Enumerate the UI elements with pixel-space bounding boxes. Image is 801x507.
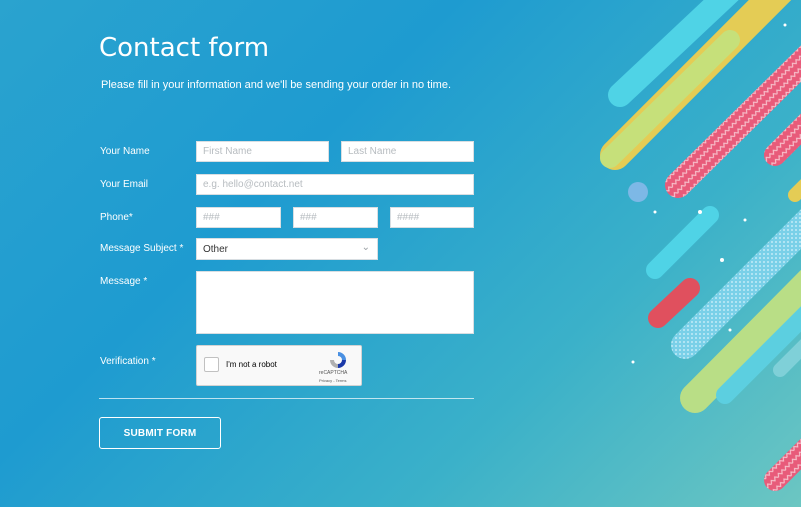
decor-dot-white-6 [783, 23, 787, 27]
recaptcha-legal-links[interactable]: Privacy - Terms [319, 378, 346, 383]
verification-label: Verification * [100, 356, 156, 367]
recaptcha-logo-icon [330, 352, 346, 368]
phone-label: Phone* [100, 212, 133, 223]
phone-prefix-input[interactable] [293, 207, 378, 228]
email-input[interactable] [196, 174, 474, 195]
decor-dot-white-3 [653, 210, 657, 214]
page-title: Contact form [99, 33, 270, 63]
stripe-pink-bottom [764, 438, 801, 491]
first-name-input[interactable] [196, 141, 329, 162]
stripe-red [648, 278, 700, 328]
message-textarea[interactable] [196, 271, 474, 334]
decor-dot-white-1 [698, 210, 702, 214]
contact-form: Contact form Please fill in your informa… [99, 0, 479, 507]
phone-area-input[interactable] [196, 207, 281, 228]
subject-select[interactable]: Other ⌄ [196, 238, 378, 260]
decor-dot-white-7 [728, 328, 732, 332]
decor-dot-blue [628, 182, 648, 202]
recaptcha-text: I'm not a robot [226, 360, 277, 369]
decor-dot-white-4 [631, 360, 635, 364]
submit-button[interactable]: SUBMIT FORM [99, 417, 221, 449]
stripe-yellow-right [788, 179, 801, 202]
subject-selected-value: Other [203, 244, 229, 255]
chevron-down-icon: ⌄ [361, 242, 370, 253]
message-label: Message * [100, 276, 148, 287]
page-subtitle: Please fill in your information and we'l… [101, 79, 452, 91]
stripe-pink-right [764, 113, 801, 166]
form-divider [99, 398, 474, 399]
decorative-graphic [600, 0, 801, 491]
subject-label: Message Subject * [100, 243, 184, 254]
email-label: Your Email [100, 179, 148, 190]
recaptcha-widget: I'm not a robot reCAPTCHA Privacy - Term… [196, 345, 362, 386]
name-label: Your Name [100, 146, 150, 157]
stripe-cyan-mid [646, 206, 719, 279]
recaptcha-brand: reCAPTCHA [319, 370, 348, 376]
phone-line-input[interactable] [390, 207, 474, 228]
decor-dot-white-5 [743, 218, 747, 222]
last-name-input[interactable] [341, 141, 474, 162]
recaptcha-checkbox[interactable] [204, 357, 219, 372]
decor-dot-white-2 [720, 258, 724, 262]
